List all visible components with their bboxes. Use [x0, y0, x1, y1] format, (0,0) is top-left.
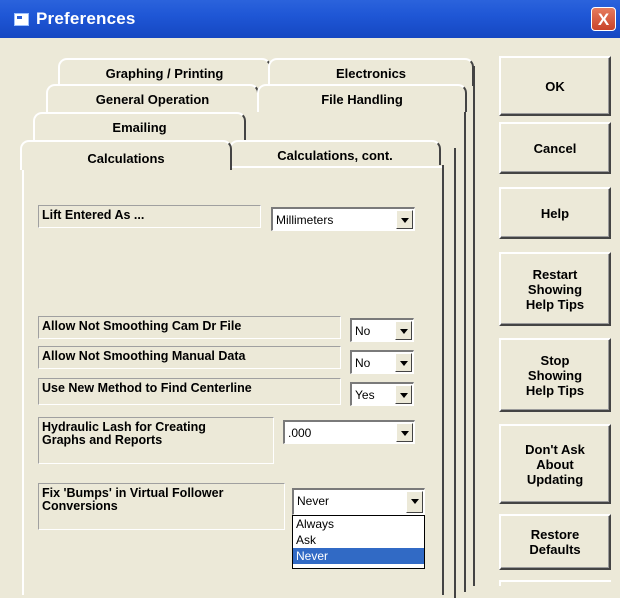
- lift-value: Millimeters: [276, 213, 334, 227]
- title-bar: Preferences X: [0, 0, 620, 38]
- centerline-select[interactable]: Yes: [350, 382, 414, 406]
- dont-ask-updating-button[interactable]: Don't Ask About Updating: [499, 424, 611, 504]
- partial-button: [499, 580, 611, 586]
- tab-calculations-cont[interactable]: Calculations, cont.: [229, 140, 441, 168]
- ok-button[interactable]: OK: [499, 56, 611, 116]
- bumps-label: Fix 'Bumps' in Virtual Follower Conversi…: [38, 483, 285, 530]
- chevron-down-icon[interactable]: [406, 491, 423, 513]
- chevron-down-icon[interactable]: [396, 423, 413, 442]
- cam-dr-label: Allow Not Smoothing Cam Dr File: [38, 316, 341, 339]
- restart-help-tips-button[interactable]: Restart Showing Help Tips: [499, 252, 611, 326]
- manual-data-value: No: [355, 356, 371, 370]
- chevron-down-icon[interactable]: [395, 321, 412, 340]
- tab-page-edge: [446, 148, 456, 598]
- bumps-select[interactable]: Never: [292, 488, 425, 515]
- centerline-label: Use New Method to Find Centerline: [38, 378, 341, 405]
- dropdown-option-never[interactable]: Never: [293, 548, 424, 564]
- cam-dr-select[interactable]: No: [350, 318, 414, 342]
- lash-select[interactable]: .000: [283, 420, 415, 444]
- manual-data-label: Allow Not Smoothing Manual Data: [38, 346, 341, 369]
- tab-graphing-printing[interactable]: Graphing / Printing: [58, 58, 271, 86]
- panel-top-border: [230, 166, 442, 168]
- window-title: Preferences: [36, 9, 136, 28]
- tab-general-operation[interactable]: General Operation: [46, 84, 259, 112]
- centerline-value: Yes: [355, 388, 375, 402]
- restore-defaults-button[interactable]: Restore Defaults: [499, 514, 611, 570]
- tab-file-handling[interactable]: File Handling: [257, 84, 467, 112]
- chevron-down-icon[interactable]: [396, 210, 413, 229]
- bumps-value: Never: [297, 494, 330, 508]
- lash-value: .000: [288, 426, 312, 440]
- dropdown-option-always[interactable]: Always: [293, 516, 424, 532]
- chevron-down-icon[interactable]: [395, 353, 412, 372]
- cam-dr-value: No: [355, 324, 371, 338]
- tab-calculations[interactable]: Calculations: [20, 140, 232, 170]
- manual-data-select[interactable]: No: [350, 350, 414, 374]
- close-button[interactable]: X: [591, 7, 616, 31]
- stop-help-tips-button[interactable]: Stop Showing Help Tips: [499, 338, 611, 412]
- dropdown-option-ask[interactable]: Ask: [293, 532, 424, 548]
- window-icon: [14, 13, 29, 26]
- lift-select[interactable]: Millimeters: [271, 207, 415, 231]
- cancel-button[interactable]: Cancel: [499, 122, 611, 174]
- tab-electronics[interactable]: Electronics: [268, 58, 474, 86]
- help-button[interactable]: Help: [499, 187, 611, 239]
- lift-label: Lift Entered As ...: [38, 205, 261, 228]
- bumps-dropdown-list: Always Ask Never: [292, 515, 425, 569]
- tab-emailing[interactable]: Emailing: [33, 112, 246, 140]
- chevron-down-icon[interactable]: [395, 385, 412, 404]
- tab-page-edge: [465, 66, 475, 586]
- lash-label: Hydraulic Lash for Creating Graphs and R…: [38, 417, 274, 464]
